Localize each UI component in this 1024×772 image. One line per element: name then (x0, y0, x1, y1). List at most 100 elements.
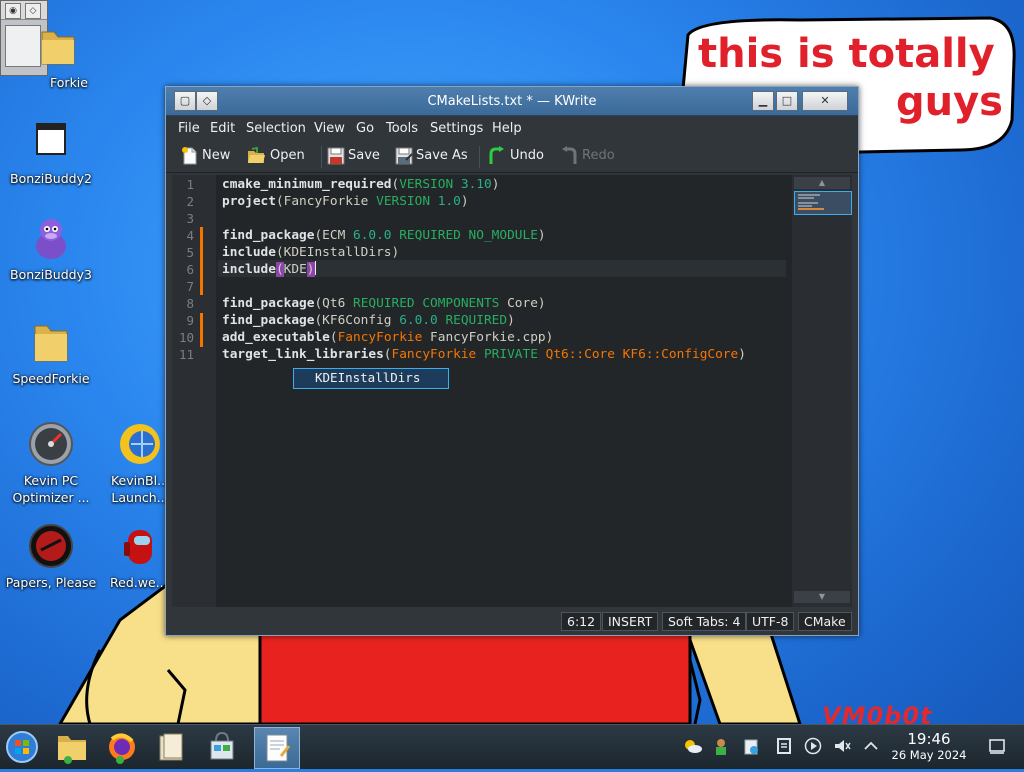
bracket-match: ) (306, 262, 315, 277)
minimap-line (798, 205, 812, 207)
menu-go[interactable]: Go (356, 121, 374, 136)
code-token: 1.0 (430, 194, 461, 209)
media-player-icon[interactable] (804, 737, 822, 755)
pin-icon[interactable]: ◇ (25, 3, 41, 19)
line-number: 6 (186, 262, 194, 277)
maximize-button[interactable]: □ (776, 91, 798, 111)
red-crewmate-icon (116, 522, 164, 570)
desktop-icon-speedforkie[interactable]: SpeedForkie (3, 318, 99, 387)
code-token: ( (329, 330, 338, 345)
window-titlebar[interactable]: ▢ ◇ CMakeLists.txt * — KWrite ▁ □ ✕ (166, 87, 858, 116)
line-number: 7 (186, 279, 194, 294)
syntax-mode-selector[interactable]: CMake (798, 612, 852, 631)
desktop-icon-label: Forkie (50, 75, 88, 90)
cursor-position[interactable]: 6:12 (561, 612, 602, 631)
autocomplete-item[interactable]: KDEInstallDirs (315, 370, 420, 385)
text-editor[interactable]: 1 2 3 4 5 6 7 8 9 10 11 cmake_minimum_re… (172, 175, 852, 607)
scroll-down-arrow-icon[interactable]: ▼ (794, 591, 850, 603)
update-notifier-icon[interactable] (712, 737, 730, 755)
open-button[interactable]: Open (246, 144, 316, 168)
speedometer-icon (27, 420, 75, 468)
line-number: 1 (186, 177, 194, 192)
indentation-setting[interactable]: Soft Tabs: 4 (662, 612, 747, 631)
menu-help[interactable]: Help (492, 121, 522, 136)
status-bar: 6:12 INSERT Soft Tabs: 4 UTF-8 CMake (166, 609, 858, 633)
open-folder-icon (248, 146, 265, 163)
code-token: 6.0.0 (399, 313, 438, 328)
close-button[interactable]: ✕ (802, 91, 848, 111)
tray-expand-arrow-icon[interactable] (862, 737, 880, 755)
redo-button[interactable]: Redo (560, 144, 624, 168)
purple-gorilla-icon (27, 214, 75, 262)
notes-icon[interactable] (775, 737, 793, 755)
code-token: project (222, 194, 276, 209)
undo-icon (489, 146, 504, 164)
desktop-icon-label: Red.we... (110, 575, 168, 590)
menu-edit[interactable]: Edit (210, 121, 235, 136)
minimize-button[interactable]: ▁ (752, 91, 774, 111)
line-number: 2 (186, 194, 194, 209)
open-label: Open (270, 148, 305, 163)
code-token: ) (491, 177, 500, 192)
menu-settings[interactable]: Settings (430, 121, 483, 136)
speech-text-line2: guys (896, 79, 1003, 125)
desktop-icon-bonzibuddy3[interactable]: BonziBuddy3 (3, 214, 99, 283)
start-menu-button[interactable] (0, 727, 44, 767)
desktop-icon-bonzibuddy2[interactable]: BonziBuddy2 (3, 118, 99, 187)
save-as-button[interactable]: Save As (394, 144, 474, 168)
line-number: 5 (186, 245, 194, 260)
folder-icon (58, 736, 86, 764)
desktop-icon-red-website[interactable]: Red.we... (110, 522, 170, 591)
taskbar-file-manager[interactable] (50, 727, 94, 767)
undo-button[interactable]: Undo (486, 144, 550, 168)
encoding-selector[interactable]: UTF-8 (746, 612, 795, 631)
kwrite-window[interactable]: ▢ ◇ CMakeLists.txt * — KWrite ▁ □ ✕ File… (165, 86, 859, 636)
code-token: find_package (222, 313, 315, 328)
system-clock[interactable]: 19:46 26 May 2024 (888, 730, 970, 763)
taskbar-kwrite[interactable] (254, 727, 300, 769)
menu-selection[interactable]: Selection (246, 121, 306, 136)
volume-muted-icon[interactable] (833, 737, 851, 755)
show-desktop-icon[interactable] (988, 737, 1006, 755)
save-button[interactable]: Save (326, 144, 386, 168)
code-token: (Qt6 (314, 296, 353, 311)
kwrite-icon (266, 734, 291, 762)
save-icon (327, 147, 345, 165)
desktop-icon-forkie[interactable]: Forkie (10, 22, 106, 91)
code-token: REQUIRED (437, 313, 508, 328)
save-as-label: Save As (416, 148, 468, 163)
taskbar-archive[interactable] (150, 727, 194, 767)
code-line: add_executable(FancyForkie FancyForkie.c… (222, 329, 553, 346)
input-mode[interactable]: INSERT (602, 612, 659, 631)
desktop-icon-kevin-pc-optimizer[interactable]: Kevin PC Optimizer ... (3, 420, 99, 506)
code-token: ) (507, 313, 515, 328)
app-menu-icon[interactable]: ◉ (5, 3, 21, 19)
desktop-icon-label: Papers, Please (5, 575, 97, 590)
code-token: PRIVATE (476, 347, 538, 362)
taskbar-store[interactable] (200, 727, 244, 767)
minimap-scrollbar[interactable]: ▲ ▼ (792, 175, 852, 607)
code-token: FancyForkie.cpp) (422, 330, 554, 345)
autocomplete-popup[interactable]: KDEInstallDirs (293, 368, 449, 389)
code-line: cmake_minimum_required(VERSION 3.10) (222, 176, 499, 193)
code-line: find_package(Qt6 REQUIRED COMPONENTS Cor… (222, 295, 546, 312)
store-bag-icon (210, 731, 234, 760)
desktop-icon-papers-please[interactable]: Papers, Please (3, 522, 99, 591)
main-toolbar: New Open Save Save As Undo Redo (166, 140, 858, 173)
menu-file[interactable]: File (178, 121, 200, 136)
minimap-line (798, 208, 824, 210)
code-token: target_link_libraries (222, 347, 384, 362)
new-button[interactable]: New (180, 144, 240, 168)
code-token: (FancyForkie (275, 194, 377, 209)
menu-view[interactable]: View (314, 121, 345, 136)
globe-sun-icon (116, 420, 164, 468)
scroll-up-arrow-icon[interactable]: ▲ (794, 177, 850, 189)
clipboard-icon[interactable] (742, 737, 760, 755)
minimized-window-titlebar[interactable]: ◉ ◇ (1, 1, 47, 20)
taskbar-firefox[interactable] (100, 727, 144, 767)
code-token: ) (537, 228, 546, 243)
weather-icon[interactable] (684, 737, 702, 755)
code-line: project(FancyForkie VERSION 1.0) (222, 193, 469, 210)
menu-tools[interactable]: Tools (386, 121, 418, 136)
app-window-icon (27, 118, 75, 166)
